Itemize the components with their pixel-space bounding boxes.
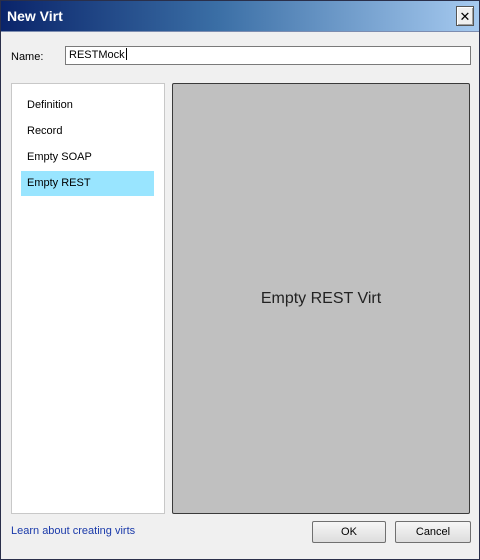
ok-button[interactable]: OK <box>312 521 386 543</box>
list-item-label: Empty REST <box>27 177 91 189</box>
name-input-value: RESTMock <box>69 49 125 61</box>
cancel-button[interactable]: Cancel <box>395 521 471 543</box>
list-item-definition[interactable]: Definition <box>21 93 154 118</box>
dialog-title: New Virt <box>7 8 63 24</box>
list-item-empty-rest[interactable]: Empty REST <box>21 171 154 196</box>
close-button[interactable]: ✕ <box>456 6 474 26</box>
list-item-label: Empty SOAP <box>27 151 92 163</box>
cancel-button-label: Cancel <box>415 526 451 538</box>
list-item-label: Definition <box>27 99 73 111</box>
name-label: Name: <box>11 51 44 63</box>
ok-button-label: OK <box>341 526 357 538</box>
preview-panel: Empty REST Virt <box>172 83 470 514</box>
name-input[interactable]: RESTMock <box>65 46 471 65</box>
title-bar[interactable]: New Virt ✕ <box>1 1 479 32</box>
list-item-label: Record <box>27 125 63 137</box>
preview-text: Empty REST Virt <box>260 289 382 307</box>
learn-about-virts-link[interactable]: Learn about creating virts <box>11 525 135 537</box>
list-item-record[interactable]: Record <box>21 119 154 144</box>
close-icon: ✕ <box>459 8 471 24</box>
text-caret <box>125 48 127 60</box>
list-item-empty-soap[interactable]: Empty SOAP <box>21 145 154 170</box>
virt-type-list: Definition Record Empty SOAP Empty REST <box>11 83 165 514</box>
new-virt-dialog: New Virt ✕ Name: RESTMock Definition Rec… <box>0 0 480 560</box>
